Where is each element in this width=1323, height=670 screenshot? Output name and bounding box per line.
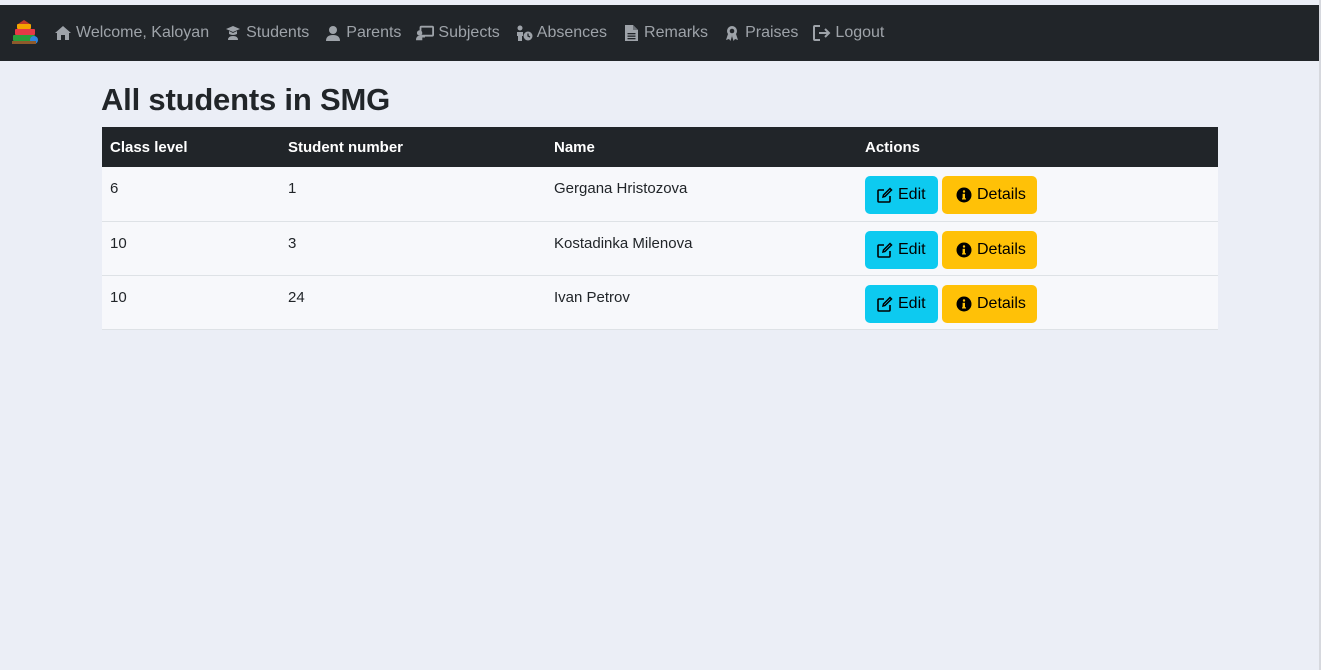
logout-icon <box>813 24 831 42</box>
column-header-student-number: Student number <box>280 127 546 167</box>
nav-item-students[interactable]: Students <box>224 24 309 42</box>
cell-class-level: 10 <box>110 288 127 306</box>
file-text-icon <box>622 24 640 42</box>
edit-button-label: Edit <box>898 186 926 203</box>
cell-name: Kostadinka Milenova <box>554 234 693 252</box>
edit-button[interactable]: Edit <box>865 284 938 323</box>
cell-class-level: 6 <box>110 180 119 197</box>
table-row: 10 24 Ivan Petrov Edit Details <box>102 275 1218 329</box>
home-icon <box>54 24 72 42</box>
nav-item-absences-label: Absences <box>536 24 608 41</box>
nav-welcome[interactable]: Welcome, Kaloyan <box>54 24 209 42</box>
cell-student-number: 3 <box>288 234 297 252</box>
person-clock-icon <box>515 24 533 42</box>
nav-item-parents-label: Parents <box>346 24 402 41</box>
school-logo-icon[interactable] <box>10 18 40 48</box>
nav-item-subjects-label: Subjects <box>438 24 500 41</box>
nav-logout[interactable]: Logout <box>813 24 884 42</box>
info-circle-icon <box>956 296 972 312</box>
nav-welcome-label: Welcome, Kaloyan <box>76 24 210 41</box>
nav-item-absences[interactable]: Absences <box>515 24 607 42</box>
award-icon <box>723 24 741 42</box>
page-title: All students in SMG <box>101 82 390 117</box>
table-header-row: Class level Student number Name Actions <box>102 127 1218 167</box>
column-header-class-level: Class level <box>102 127 280 167</box>
graduate-icon <box>224 24 242 42</box>
details-button[interactable]: Details <box>942 284 1037 323</box>
table-row: 10 3 Kostadinka Milenova Edit Details <box>102 221 1218 275</box>
table-row: 6 1 Gergana Hristozova Edit Details <box>102 167 1218 221</box>
nav-item-subjects[interactable]: Subjects <box>416 24 500 42</box>
cell-actions: Edit Details <box>857 167 1218 221</box>
nav-item-students-label: Students <box>246 24 310 41</box>
edit-button-label: Edit <box>898 240 926 258</box>
column-header-name: Name <box>546 127 857 167</box>
edit-icon <box>877 187 893 203</box>
edit-button[interactable]: Edit <box>865 176 938 214</box>
cell-student-number: 24 <box>288 288 305 306</box>
edit-button[interactable]: Edit <box>865 230 938 269</box>
page-background: Welcome, Kaloyan Students Parents Subjec… <box>0 0 1321 670</box>
details-button-label: Details <box>977 186 1026 203</box>
chalkboard-teacher-icon <box>416 24 435 42</box>
edit-icon <box>877 241 893 258</box>
details-button-label: Details <box>977 240 1026 258</box>
cell-name: Ivan Petrov <box>554 288 630 306</box>
details-button[interactable]: Details <box>942 176 1037 214</box>
edit-icon <box>877 295 893 312</box>
students-table: Class level Student number Name Actions … <box>102 127 1218 330</box>
cell-class-level: 10 <box>110 234 127 252</box>
column-header-actions: Actions <box>857 127 1218 167</box>
user-icon <box>324 24 342 42</box>
nav-item-remarks[interactable]: Remarks <box>622 24 708 42</box>
cell-name: Gergana Hristozova <box>554 180 688 197</box>
nav-logout-label: Logout <box>835 24 885 41</box>
cell-student-number: 1 <box>288 180 297 197</box>
cell-actions: Edit Details <box>857 275 1218 329</box>
details-button-label: Details <box>977 294 1026 312</box>
info-circle-icon <box>956 187 972 203</box>
edit-button-label: Edit <box>898 294 926 312</box>
nav-item-praises-label: Praises <box>745 24 799 41</box>
nav-item-parents[interactable]: Parents <box>324 24 401 42</box>
top-navbar: Welcome, Kaloyan Students Parents Subjec… <box>0 5 1319 61</box>
nav-item-praises[interactable]: Praises <box>723 24 798 42</box>
cell-actions: Edit Details <box>857 221 1218 275</box>
info-circle-icon <box>956 242 972 258</box>
nav-item-remarks-label: Remarks <box>644 24 709 41</box>
details-button[interactable]: Details <box>942 230 1037 269</box>
